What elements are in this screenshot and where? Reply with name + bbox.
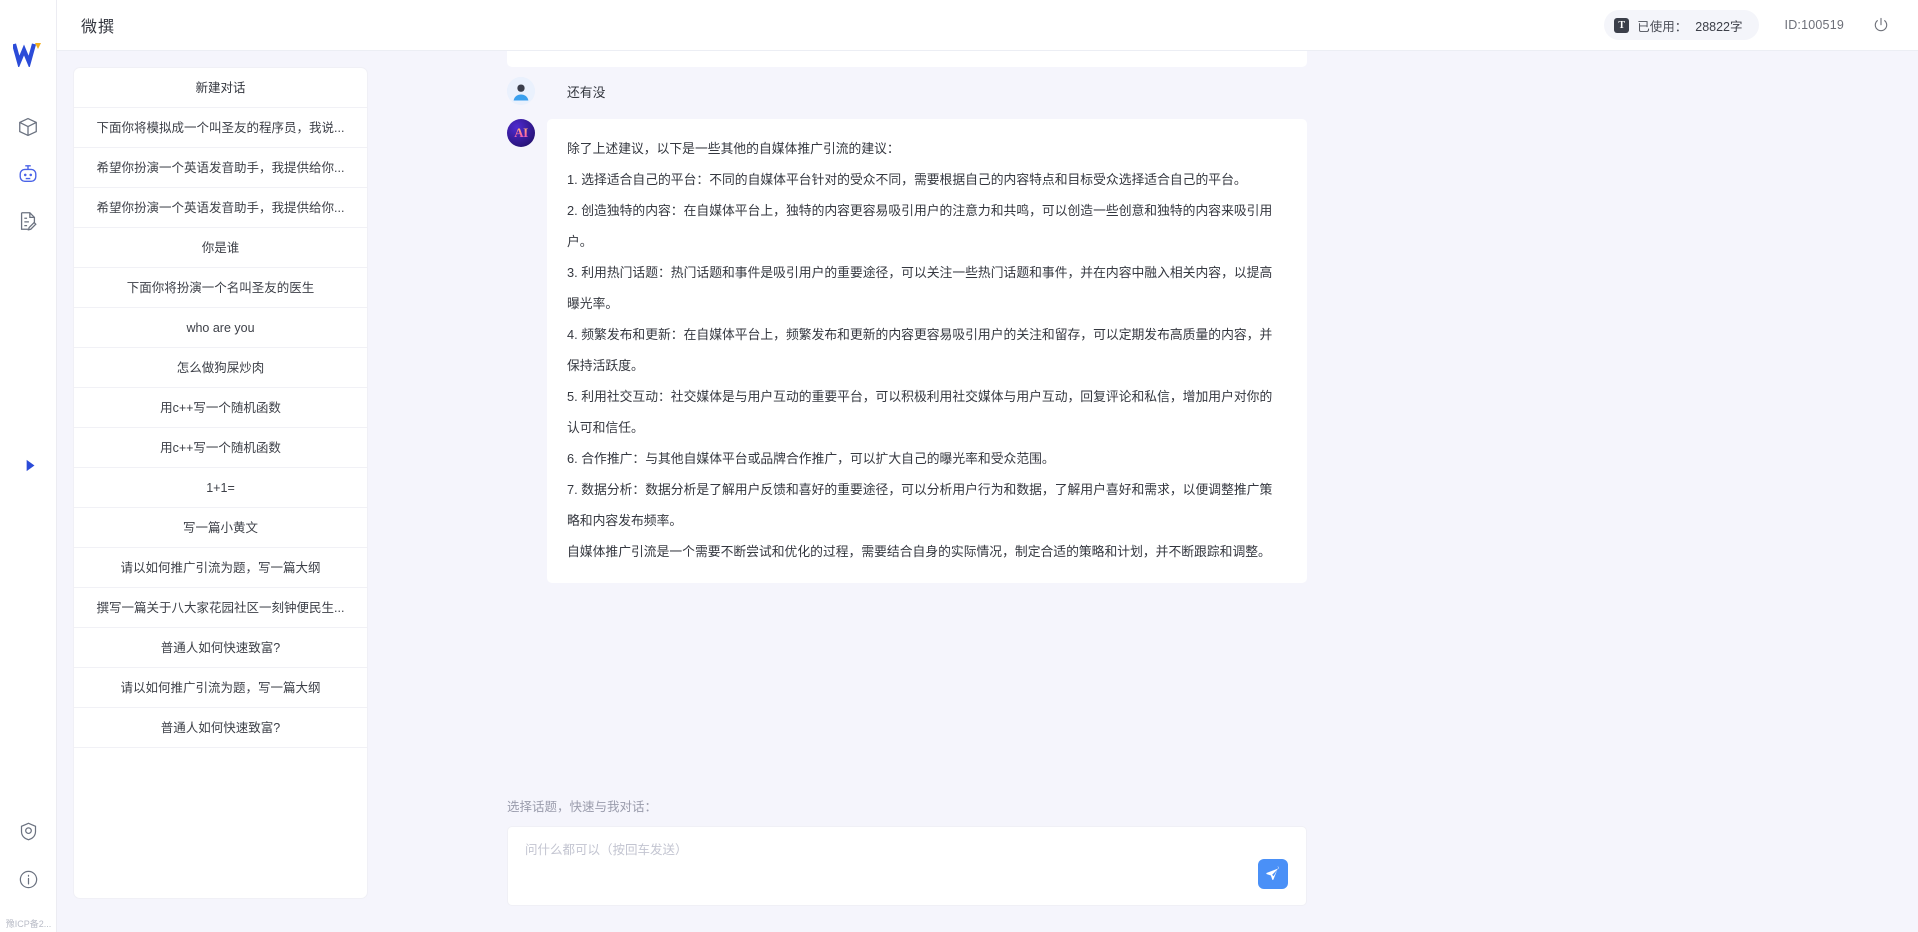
user-avatar xyxy=(507,77,535,105)
body-wrap: 新建对话 下面你将模拟成一个叫圣友的程序员，我说... 希望你扮演一个英语发音助… xyxy=(57,51,1918,932)
message-bubble: 还有没 xyxy=(547,77,1307,109)
cube-icon[interactable] xyxy=(15,114,41,140)
power-icon[interactable] xyxy=(1870,14,1892,36)
composer-hint: 选择话题，快速与我对话： xyxy=(507,800,658,814)
list-item[interactable]: 下面你将扮演一个名叫圣友的医生 xyxy=(74,268,367,308)
rail-icon-group xyxy=(15,114,41,234)
shield-privacy-icon[interactable] xyxy=(16,818,42,844)
composer-zone: 选择话题，快速与我对话： xyxy=(367,796,1918,932)
message-paragraph: 7. 数据分析：数据分析是了解用户反馈和喜好的重要途径，可以分析用户行为和数据，… xyxy=(567,482,1273,528)
expand-arrow-icon[interactable] xyxy=(17,453,41,477)
left-icon-rail: 豫ICP备2... xyxy=(0,0,57,932)
list-item[interactable]: 用c++写一个随机函数 xyxy=(74,428,367,468)
ai-avatar: AI xyxy=(507,119,535,147)
list-item[interactable]: who are you xyxy=(74,308,367,348)
conversation-sidebar: 新建对话 下面你将模拟成一个叫圣友的程序员，我说... 希望你扮演一个英语发音助… xyxy=(57,51,367,932)
document-edit-icon[interactable] xyxy=(15,208,41,234)
icp-footnote: 豫ICP备2... xyxy=(5,919,52,929)
info-circle-icon[interactable] xyxy=(16,866,42,892)
send-paper-plane-icon xyxy=(1266,866,1280,880)
ai-avatar-label: AI xyxy=(514,125,528,140)
list-item[interactable]: 撰写一篇关于八大家花园社区一刻钟便民生... xyxy=(74,588,367,628)
list-item[interactable]: 你是谁 xyxy=(74,228,367,268)
list-item[interactable]: 请以如何推广引流为题，写一篇大纲 xyxy=(74,548,367,588)
message-assistant: AI 除了上述建议，以下是一些其他的自媒体推广引流的建议： 1. 选择适合自己的… xyxy=(507,119,1307,583)
message-bubble: 除了上述建议，以下是一些其他的自媒体推广引流的建议： 1. 选择适合自己的平台：… xyxy=(547,119,1307,583)
text-badge-icon: T xyxy=(1614,17,1630,33)
list-item[interactable]: 希望你扮演一个英语发音助手，我提供给你... xyxy=(74,188,367,228)
list-item[interactable]: 怎么做狗屎炒肉 xyxy=(74,348,367,388)
usage-label: 已使用： xyxy=(1637,19,1688,34)
chat-messages: 自媒体推广引流需要坚持，建议持续创作和优化内容，不断推广和积累流量，才能取得良好… xyxy=(507,51,1307,583)
message-paragraph: 4. 频繁发布和更新：在自媒体平台上，频繁发布和更新的内容更容易吸引用户的关注和… xyxy=(567,327,1273,373)
message-text: 还有没 xyxy=(567,85,606,100)
message-assistant-previous: 自媒体推广引流需要坚持，建议持续创作和优化内容，不断推广和积累流量，才能取得良好… xyxy=(507,51,1307,67)
message-text: 自媒体推广引流需要坚持，建议持续创作和优化内容，不断推广和积累流量，才能取得良好… xyxy=(527,51,1281,56)
send-button[interactable] xyxy=(1258,859,1288,889)
message-bubble: 自媒体推广引流需要坚持，建议持续创作和优化内容，不断推广和积累流量，才能取得良好… xyxy=(507,51,1307,67)
message-paragraph: 除了上述建议，以下是一些其他的自媒体推广引流的建议： xyxy=(567,141,900,156)
list-item[interactable]: 写一篇小黄文 xyxy=(74,508,367,548)
list-item[interactable]: 下面你将模拟成一个叫圣友的程序员，我说... xyxy=(74,108,367,148)
rail-bottom-group xyxy=(0,818,57,892)
chat-scroll-region[interactable]: 自媒体推广引流需要坚持，建议持续创作和优化内容，不断推广和积累流量，才能取得良好… xyxy=(367,51,1918,796)
list-item[interactable]: 普通人如何快速致富? xyxy=(74,628,367,668)
usage-value: 28822字 xyxy=(1695,19,1743,34)
account-id: ID:100519 xyxy=(1784,18,1844,32)
top-bar: 微撰 T 已使用： 28822字 ID:100519 xyxy=(57,0,1918,51)
list-item[interactable]: 1+1= xyxy=(74,468,367,508)
message-paragraph: 3. 利用热门话题：热门话题和事件是吸引用户的重要途径，可以关注一些热门话题和事… xyxy=(567,265,1273,311)
list-item[interactable]: 用c++写一个随机函数 xyxy=(74,388,367,428)
message-paragraph: 自媒体推广引流是一个需要不断尝试和优化的过程，需要结合自身的实际情况，制定合适的… xyxy=(567,544,1271,559)
conversation-list: 新建对话 下面你将模拟成一个叫圣友的程序员，我说... 希望你扮演一个英语发音助… xyxy=(74,68,367,898)
message-paragraph: 6. 合作推广：与其他自媒体平台或品牌合作推广，可以扩大自己的曝光率和受众范围。 xyxy=(567,451,1055,466)
composer-box xyxy=(507,826,1307,906)
main-column: 微撰 T 已使用： 28822字 ID:100519 新建对话 下面你将模拟成一… xyxy=(57,0,1918,932)
message-paragraph: 2. 创造独特的内容：在自媒体平台上，独特的内容更容易吸引用户的注意力和共鸣，可… xyxy=(567,203,1273,249)
w-logo-icon[interactable] xyxy=(10,36,46,72)
usage-chip[interactable]: T 已使用： 28822字 xyxy=(1604,10,1759,40)
message-paragraph: 5. 利用社交互动：社交媒体是与用户互动的重要平台，可以积极利用社交媒体与用户互… xyxy=(567,389,1273,435)
new-conversation-button[interactable]: 新建对话 xyxy=(74,68,367,108)
page-title: 微撰 xyxy=(81,19,116,36)
list-item[interactable]: 普通人如何快速致富? xyxy=(74,708,367,748)
top-bar-right: T 已使用： 28822字 ID:100519 xyxy=(1604,10,1892,40)
message-user: 还有没 xyxy=(507,77,1307,109)
list-item[interactable]: 请以如何推广引流为题，写一篇大纲 xyxy=(74,668,367,708)
message-paragraph: 1. 选择适合自己的平台：不同的自媒体平台针对的受众不同，需要根据自己的内容特点… xyxy=(567,172,1247,187)
composer: 选择话题，快速与我对话： xyxy=(507,796,1307,906)
robot-icon[interactable] xyxy=(15,161,41,187)
list-item[interactable]: 希望你扮演一个英语发音助手，我提供给你... xyxy=(74,148,367,188)
app-root: 豫ICP备2... 微撰 T 已使用： 28822字 ID:100519 新建对… xyxy=(0,0,1918,932)
message-input[interactable] xyxy=(508,827,1306,905)
chat-area: 自媒体推广引流需要坚持，建议持续创作和优化内容，不断推广和积累流量，才能取得良好… xyxy=(367,51,1918,932)
